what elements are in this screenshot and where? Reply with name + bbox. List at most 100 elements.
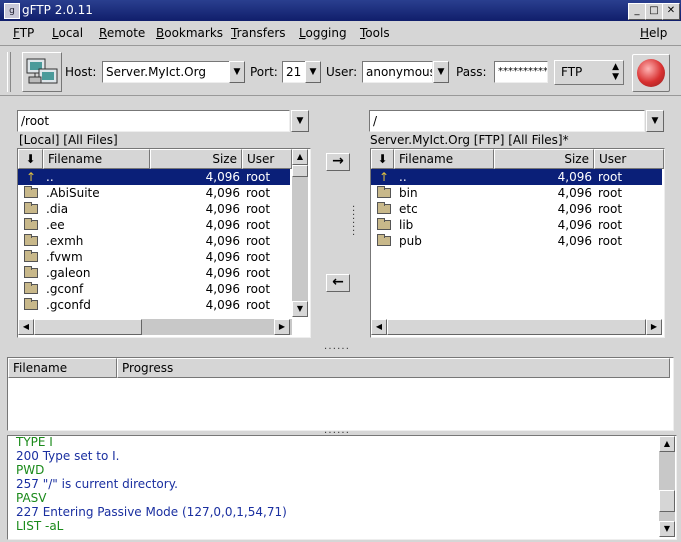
chevron-down-icon: ▼	[651, 116, 659, 126]
file-row[interactable]: .fvwm 4,096 root	[18, 249, 290, 265]
file-row[interactable]: .exmh 4,096 root	[18, 233, 290, 249]
menu-logging[interactable]: Logging	[299, 26, 347, 40]
folder-icon	[377, 202, 391, 214]
local-vscrollbar[interactable]: ▲ ▼	[292, 149, 308, 317]
file-row[interactable]: lib 4,096 root	[371, 217, 662, 233]
pass-input[interactable]: **********	[494, 61, 548, 83]
toolbar: Host: Server.MyIct.Org ▼ Port: 21 ▼ User…	[0, 48, 681, 96]
sort-arrow-icon[interactable]: ⬇	[371, 149, 394, 169]
chevron-down-icon: ▼	[233, 67, 241, 77]
file-size: 4,096	[557, 218, 592, 232]
file-row[interactable]: .AbiSuite 4,096 root	[18, 185, 290, 201]
title-bar[interactable]: g gFTP 2.0.11 _ □ ✕	[0, 0, 681, 21]
host-input[interactable]: Server.MyIct.Org	[102, 61, 230, 83]
upload-arrow-button[interactable]: →	[326, 153, 350, 171]
file-name: .galeon	[46, 266, 91, 280]
stop-button[interactable]	[632, 54, 670, 92]
connect-button[interactable]	[22, 52, 62, 92]
remote-path-dropdown[interactable]: ▼	[646, 110, 664, 132]
vertical-resize-handle[interactable]: · · · · · ·	[324, 344, 349, 355]
log-vscroll-thumb[interactable]	[659, 490, 675, 512]
scroll-up-button[interactable]: ▲	[659, 436, 675, 452]
arrow-right-icon: →	[332, 153, 344, 169]
file-row[interactable]: etc 4,096 root	[371, 201, 662, 217]
menu-help[interactable]: Help	[640, 26, 667, 40]
menu-bookmarks[interactable]: Bookmarks	[156, 26, 223, 40]
close-button[interactable]: ✕	[662, 3, 680, 20]
remote-hscroll-thumb[interactable]	[387, 319, 646, 335]
updown-arrows-icon: ▲ ▼	[612, 62, 619, 82]
remote-col-filename[interactable]: Filename	[394, 149, 494, 169]
host-dropdown-button[interactable]: ▼	[229, 61, 245, 83]
log-vscrollbar[interactable]: ▲ ▼	[659, 436, 675, 537]
file-size: 4,096	[557, 202, 592, 216]
log-line: LIST -aL	[16, 519, 64, 533]
folder-icon	[24, 202, 38, 214]
scroll-up-button[interactable]: ▲	[292, 149, 308, 165]
file-row[interactable]: .ee 4,096 root	[18, 217, 290, 233]
user-dropdown-button[interactable]: ▼	[433, 61, 449, 83]
log-line: 200 Type set to I.	[16, 449, 120, 463]
host-label: Host:	[65, 65, 97, 79]
menu-tools[interactable]: Tools	[360, 26, 390, 40]
local-hscroll-thumb[interactable]	[34, 319, 142, 335]
local-col-user[interactable]: User	[242, 149, 292, 169]
file-name: lib	[399, 218, 414, 232]
sort-arrow-icon[interactable]: ⬇	[18, 149, 43, 169]
file-row[interactable]: .galeon 4,096 root	[18, 265, 290, 281]
remote-hscrollbar[interactable]: ◀ ▶	[371, 319, 662, 335]
file-user: root	[246, 218, 271, 232]
scroll-down-button[interactable]: ▼	[659, 521, 675, 537]
toolbar-grip[interactable]	[7, 52, 11, 92]
protocol-select[interactable]: FTP ▲ ▼	[554, 60, 624, 85]
menu-ftp[interactable]: FTP	[13, 26, 34, 40]
port-input[interactable]: 21	[282, 61, 306, 83]
scroll-right-button[interactable]: ▶	[274, 319, 290, 335]
pane-resize-handle[interactable]: · · · · · · · ·	[352, 203, 356, 241]
download-arrow-button[interactable]: ←	[326, 274, 350, 292]
scroll-left-button[interactable]: ◀	[18, 319, 34, 335]
app-icon[interactable]: g	[4, 3, 20, 19]
scroll-down-button[interactable]: ▼	[292, 301, 308, 317]
port-dropdown-button[interactable]: ▼	[305, 61, 321, 83]
remote-col-user[interactable]: User	[594, 149, 664, 169]
folder-icon	[377, 234, 391, 246]
local-pane: /root ▼ [Local] [All Files] ⬇ Filename S…	[17, 110, 315, 340]
remote-col-size[interactable]: Size	[494, 149, 594, 169]
minimize-button[interactable]: _	[628, 3, 646, 20]
local-path-input[interactable]: /root	[17, 110, 290, 132]
local-hscrollbar[interactable]: ◀ ▶	[18, 319, 292, 335]
local-col-size[interactable]: Size	[150, 149, 242, 169]
local-col-filename[interactable]: Filename	[43, 149, 150, 169]
local-vscroll-thumb[interactable]	[292, 165, 308, 177]
file-row[interactable]: pub 4,096 root	[371, 233, 662, 249]
file-row[interactable]: .dia 4,096 root	[18, 201, 290, 217]
file-row[interactable]: .gconfd 4,096 root	[18, 297, 290, 313]
file-row[interactable]: bin 4,096 root	[371, 185, 662, 201]
file-size: 4,096	[205, 186, 240, 200]
file-user: root	[246, 170, 271, 184]
menu-transfers[interactable]: Transfers	[231, 26, 286, 40]
remote-path-input[interactable]: /	[369, 110, 645, 132]
remote-file-list[interactable]: ⬇ Filename Size User ↑.. 4,096 root bin 4,09…	[370, 148, 665, 338]
file-row[interactable]: ↑.. 4,096 root	[18, 169, 290, 185]
file-name: etc	[399, 202, 418, 216]
user-input[interactable]: anonymous	[362, 61, 433, 83]
transfer-col-progress[interactable]: Progress	[117, 358, 670, 378]
file-size: 4,096	[205, 298, 240, 312]
scroll-left-button[interactable]: ◀	[371, 319, 387, 335]
menu-remote[interactable]: Remote	[99, 26, 145, 40]
local-file-list[interactable]: ⬇ Filename Size User ↑.. 4,096 root .AbiSui…	[17, 148, 311, 338]
file-row[interactable]: ↑.. 4,096 root	[371, 169, 662, 185]
transfer-queue[interactable]: Filename Progress	[7, 357, 674, 431]
menu-local[interactable]: Local	[52, 26, 83, 40]
file-row[interactable]: .gconf 4,096 root	[18, 281, 290, 297]
file-user: root	[246, 186, 271, 200]
log-line: PASV	[16, 491, 47, 505]
transfer-col-filename[interactable]: Filename	[8, 358, 117, 378]
local-path-dropdown[interactable]: ▼	[291, 110, 309, 132]
scroll-right-button[interactable]: ▶	[646, 319, 662, 335]
maximize-button[interactable]: □	[645, 3, 663, 20]
file-name: ..	[399, 170, 407, 184]
log-panel[interactable]: TYPE I 200 Type set to I. PWD 257 "/" is cu…	[7, 435, 677, 540]
